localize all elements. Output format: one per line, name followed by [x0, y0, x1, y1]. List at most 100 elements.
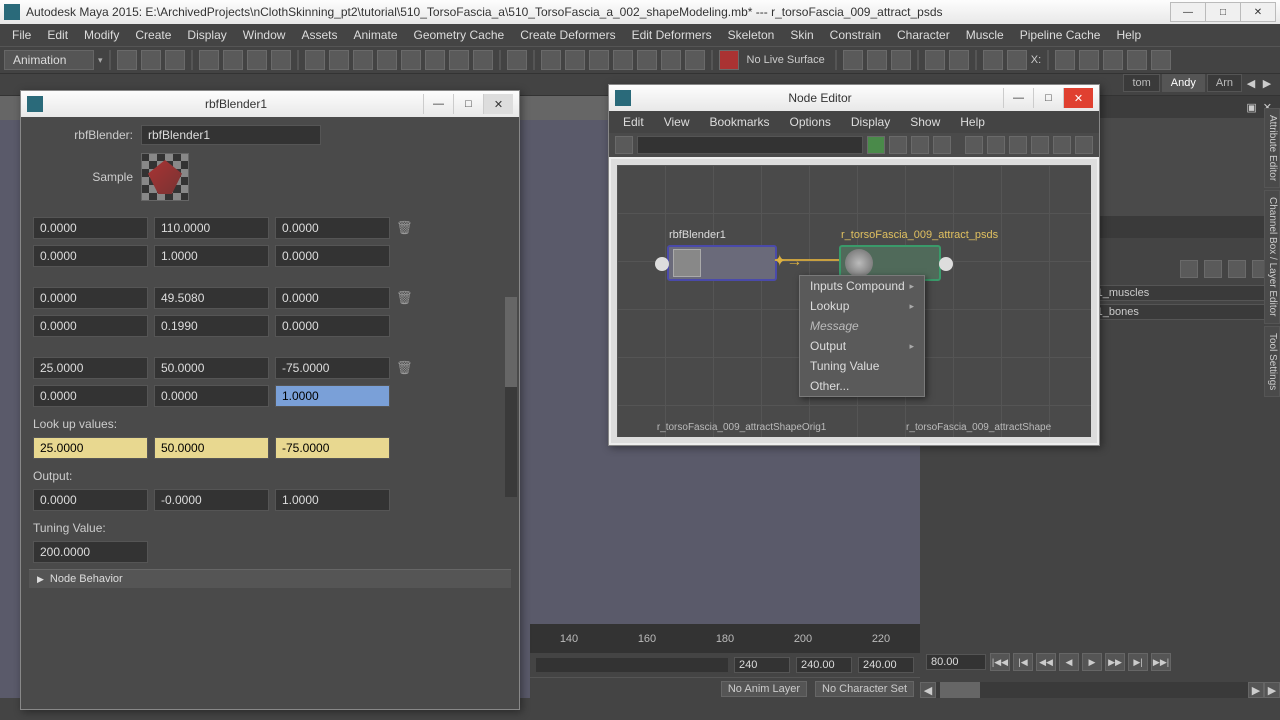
- shelf-icon[interactable]: [199, 50, 219, 70]
- tab-right-arrow[interactable]: ▶: [1260, 77, 1274, 90]
- shelf-icon[interactable]: [425, 50, 445, 70]
- rbf-name-input[interactable]: [141, 125, 321, 145]
- menu-animate[interactable]: Animate: [345, 25, 405, 45]
- output-port[interactable]: [939, 257, 953, 271]
- shelf-icon[interactable]: [661, 50, 681, 70]
- rbf-cell-input[interactable]: [33, 315, 148, 337]
- dialog-maximize[interactable]: □: [1033, 88, 1063, 108]
- shelf-icon[interactable]: [589, 50, 609, 70]
- shelf-icon[interactable]: [377, 50, 397, 70]
- lookup-input[interactable]: [154, 437, 269, 459]
- menu-display[interactable]: Display: [179, 25, 234, 45]
- rbf-cell-input[interactable]: [33, 245, 148, 267]
- maximize-button[interactable]: □: [1205, 2, 1241, 22]
- ne-tool-icon[interactable]: [867, 136, 885, 154]
- rbf-cell-input[interactable]: [33, 287, 148, 309]
- menu-edit-deformers[interactable]: Edit Deformers: [624, 25, 720, 45]
- shelf-icon[interactable]: [1103, 50, 1123, 70]
- rbf-cell-input[interactable]: [33, 357, 148, 379]
- mode-select[interactable]: Animation: [4, 50, 94, 70]
- rbf-cell-input[interactable]: [154, 287, 269, 309]
- lookup-input[interactable]: [275, 437, 390, 459]
- ne-tool-icon[interactable]: [889, 136, 907, 154]
- delete-row-icon[interactable]: 🗑: [396, 290, 412, 306]
- menu-modify[interactable]: Modify: [76, 25, 127, 45]
- ctx-menu-item[interactable]: Lookup: [800, 296, 924, 316]
- menu-geometry-cache[interactable]: Geometry Cache: [406, 25, 513, 45]
- ne-tool-icon[interactable]: [615, 136, 633, 154]
- current-time[interactable]: [926, 654, 986, 670]
- menu-create[interactable]: Create: [127, 25, 179, 45]
- ne-menu-item[interactable]: Edit: [613, 113, 654, 131]
- menu-pipeline-cache[interactable]: Pipeline Cache: [1012, 25, 1109, 45]
- close-button[interactable]: ✕: [1240, 2, 1276, 22]
- layer-icon[interactable]: [1228, 260, 1246, 278]
- minimize-button[interactable]: —: [1170, 2, 1206, 22]
- delete-row-icon[interactable]: 🗑: [396, 220, 412, 236]
- frame-b[interactable]: [796, 657, 852, 673]
- shelf-icon[interactable]: [305, 50, 325, 70]
- dialog-maximize[interactable]: □: [453, 94, 483, 114]
- magnet-icon[interactable]: [719, 50, 739, 70]
- input-port[interactable]: [655, 257, 669, 271]
- menu-muscle[interactable]: Muscle: [958, 25, 1012, 45]
- output-input[interactable]: [33, 489, 148, 511]
- menu-create-deformers[interactable]: Create Deformers: [512, 25, 623, 45]
- shelf-icon[interactable]: [843, 50, 863, 70]
- ne-menu-item[interactable]: Show: [900, 113, 950, 131]
- shelf-icon[interactable]: [1079, 50, 1099, 70]
- rbf-cell-input[interactable]: [154, 217, 269, 239]
- rbf-cell-input[interactable]: [275, 245, 390, 267]
- dialog-minimize[interactable]: —: [1003, 88, 1033, 108]
- shelf-icon[interactable]: [949, 50, 969, 70]
- rbf-cell-input[interactable]: [275, 315, 390, 337]
- rbf-cell-input[interactable]: [275, 287, 390, 309]
- node-editor-canvas[interactable]: rbfBlender1 ✦→ r_torsoFascia_009_attract…: [611, 159, 1097, 443]
- timeline[interactable]: 140160180200220 No Anim Layer No Charact…: [530, 624, 920, 698]
- shelf-icon[interactable]: [1055, 50, 1075, 70]
- ctx-menu-item[interactable]: Other...: [800, 376, 924, 396]
- shelf-icon[interactable]: [891, 50, 911, 70]
- rbf-cell-input[interactable]: [154, 245, 269, 267]
- rbf-cell-input[interactable]: [275, 357, 390, 379]
- ctx-menu-item[interactable]: Message: [800, 316, 924, 336]
- shelf-icon[interactable]: [565, 50, 585, 70]
- rbf-cell-input[interactable]: [275, 217, 390, 239]
- menu-skeleton[interactable]: Skeleton: [720, 25, 783, 45]
- shelf-icon[interactable]: [867, 50, 887, 70]
- shelf-icon[interactable]: [1151, 50, 1171, 70]
- play-button[interactable]: |◀◀: [990, 653, 1010, 671]
- ne-tool-icon[interactable]: [1009, 136, 1027, 154]
- ne-menu-item[interactable]: View: [654, 113, 700, 131]
- timeline-ruler[interactable]: 140160180200220: [530, 625, 920, 653]
- layer-icon[interactable]: [1180, 260, 1198, 278]
- ne-menu-item[interactable]: Bookmarks: [699, 113, 779, 131]
- scroll-right-arrow-2[interactable]: ▶: [1264, 682, 1280, 698]
- rbf-cell-input[interactable]: [33, 385, 148, 407]
- char-set-dropdown[interactable]: No Character Set: [815, 681, 914, 697]
- shelf-icon[interactable]: [401, 50, 421, 70]
- play-button[interactable]: ◀: [1059, 653, 1079, 671]
- anim-layer-dropdown[interactable]: No Anim Layer: [721, 681, 807, 697]
- tab-left-arrow[interactable]: ◀: [1244, 77, 1258, 90]
- menu-skin[interactable]: Skin: [782, 25, 821, 45]
- dialog-close[interactable]: ✕: [483, 94, 513, 114]
- play-button[interactable]: ▶▶|: [1151, 653, 1171, 671]
- layer-icon[interactable]: [1204, 260, 1222, 278]
- play-button[interactable]: |◀: [1013, 653, 1033, 671]
- shelf-icon[interactable]: [247, 50, 267, 70]
- shelf-icon[interactable]: [271, 50, 291, 70]
- shelf-icon[interactable]: [1007, 50, 1027, 70]
- ne-menu-item[interactable]: Help: [950, 113, 995, 131]
- shelf-icon[interactable]: [925, 50, 945, 70]
- output-input[interactable]: [275, 489, 390, 511]
- shelf-icon[interactable]: [473, 50, 493, 70]
- shelf-icon[interactable]: [223, 50, 243, 70]
- menu-constrain[interactable]: Constrain: [822, 25, 889, 45]
- menu-character[interactable]: Character: [889, 25, 958, 45]
- rbf-cell-input[interactable]: [154, 315, 269, 337]
- ne-tool-icon[interactable]: [911, 136, 929, 154]
- shelf-icon[interactable]: [685, 50, 705, 70]
- rbf-cell-input[interactable]: [154, 357, 269, 379]
- shelf-icon[interactable]: [329, 50, 349, 70]
